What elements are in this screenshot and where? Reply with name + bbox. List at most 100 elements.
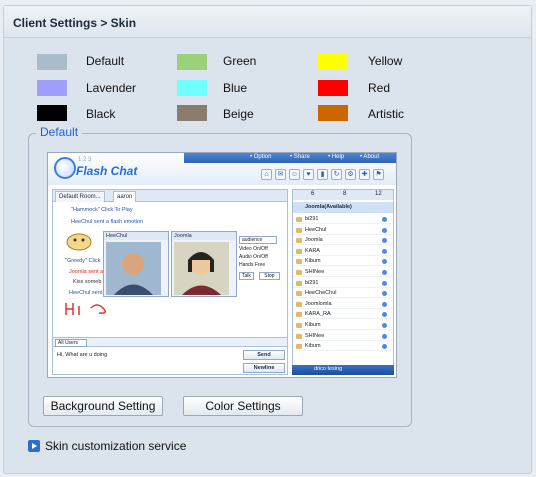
swatch-label-blue[interactable]: Blue: [223, 81, 247, 95]
swatch-blue[interactable]: [177, 80, 207, 96]
swatch-artistic[interactable]: [318, 105, 348, 121]
user-avatar-icon: [296, 333, 302, 339]
preview-user-row: bi291: [293, 279, 393, 288]
user-avatar-icon: [296, 227, 302, 233]
preview-tab-room: Default Room...: [55, 191, 105, 202]
preview-chat-line: HeeChul sent a: [69, 290, 107, 296]
preview-user-tab: 8: [343, 191, 347, 197]
preview-bottombar: drico tesing: [292, 365, 394, 375]
preview-user-name: HeeChul: [305, 226, 327, 233]
skin-customization-label[interactable]: Skin customization service: [45, 439, 186, 453]
preview-user-name: Kibum: [305, 258, 321, 265]
background-setting-button[interactable]: Background Setting: [43, 396, 163, 416]
preview-user-list: 6 8 12 Joomla(Available) bi291 HeeChul Joo…: [292, 189, 394, 375]
preview-option: Video On/Off: [239, 246, 268, 252]
preview-user-name: Kibum: [305, 322, 321, 328]
preview-user-name: bi291: [305, 279, 319, 286]
preview-chat-line: HeeChul sent a flash emotion: [71, 219, 144, 225]
swatch-lavender[interactable]: [37, 80, 67, 96]
user-avatar-icon: [296, 248, 302, 254]
preview-user-select: All Users: [55, 339, 88, 347]
swatch-label-default[interactable]: Default: [86, 54, 124, 68]
user-avatar-icon: [296, 301, 302, 307]
preview-user-row: bi291: [293, 215, 393, 224]
preview-tool-icon: ♥: [303, 169, 314, 180]
swatch-yellow[interactable]: [318, 54, 348, 70]
user-status-icon: [382, 301, 387, 307]
header-bar: Client Settings > Skin: [4, 6, 531, 38]
swatch-label-red[interactable]: Red: [368, 81, 390, 95]
preview-option: Stop: [259, 272, 280, 280]
preview-tool-icon: ⚙: [345, 169, 356, 180]
user-status-icon: [382, 312, 387, 318]
preview-emoticon-icon: [66, 233, 92, 251]
preview-topbar: • Option • Share • Help • About 1 2 3 Fl…: [48, 153, 396, 185]
user-status-icon: [382, 248, 387, 254]
user-avatar-icon: [296, 291, 302, 297]
preview-user-row: Kibum: [293, 342, 393, 352]
preview-user-name: bi291: [305, 216, 319, 222]
user-avatar-icon: [296, 280, 302, 286]
swatch-label-green[interactable]: Green: [223, 54, 256, 68]
preview-user-row: HeeCheChul: [293, 289, 393, 299]
preview-menu-help: • Help: [328, 154, 345, 160]
preview-user-tab: 6: [311, 191, 315, 197]
swatch-label-yellow[interactable]: Yellow: [368, 54, 402, 68]
preview-logo-text: Flash Chat: [76, 164, 138, 178]
preview-tab-aaron: aaron: [113, 191, 137, 202]
swatch-black[interactable]: [37, 105, 67, 121]
preview-user-name: HeeCheChul: [305, 290, 337, 297]
preview-cam-heechul: HeeChul: [103, 231, 169, 297]
user-status-icon: [382, 259, 387, 265]
preview-chat-line: Joomla sent a: [69, 269, 104, 275]
preview-user-name: SHINee: [305, 269, 325, 275]
preview-user-row: Kibum: [293, 321, 393, 330]
preview-option: Hands Free: [239, 262, 266, 268]
preview-user-name: KARA: [305, 247, 320, 254]
preview-user-name: Joomla: [305, 237, 323, 244]
preview-user-name: Joomlomla: [305, 300, 332, 307]
swatch-red[interactable]: [318, 80, 348, 96]
preview-tool-icon: ▮: [317, 169, 328, 180]
preview-user-name: SHINee: [305, 332, 325, 339]
swatch-label-artistic[interactable]: Artistic: [368, 107, 404, 121]
preview-cam-joomla: Joomla: [171, 231, 237, 297]
preview-option: Audio On/Off: [239, 254, 268, 260]
user-status-icon: [382, 333, 387, 339]
user-status-icon: [382, 270, 387, 275]
user-avatar-icon: [296, 238, 302, 244]
swatch-beige[interactable]: [177, 105, 207, 121]
preview-menu-about: • About: [360, 154, 380, 160]
preview-hi-sticker: [65, 303, 106, 315]
preview-cam-title: Joomla: [172, 232, 236, 240]
preview-chat-line: Kiss someb: [73, 279, 102, 285]
user-status-icon: [382, 291, 387, 297]
swatch-label-lavender[interactable]: Lavender: [86, 81, 136, 95]
preview-user-row: KARA_RA: [293, 310, 393, 320]
preview-chat-line: "Hammock" Click To Play: [71, 207, 133, 213]
preview-user-tab: 12: [375, 191, 382, 197]
preview-user-row: Joomla: [293, 236, 393, 246]
preview-user-row: Kibum: [293, 257, 393, 267]
flash-chat-logo-icon: [54, 157, 76, 179]
swatch-label-beige[interactable]: Beige: [223, 107, 254, 121]
swatch-label-black[interactable]: Black: [86, 107, 115, 121]
color-settings-button[interactable]: Color Settings: [183, 396, 303, 416]
preview-option: Talk: [239, 272, 254, 280]
play-icon[interactable]: [28, 440, 40, 452]
swatch-green[interactable]: [177, 54, 207, 70]
user-status-icon: [382, 238, 387, 244]
preview-tool-icon: ⚑: [373, 169, 384, 180]
preview-menubar: • Option • Share • Help • About: [184, 153, 396, 163]
preview-user-name: Kibum: [305, 343, 321, 350]
user-avatar-icon: [296, 270, 302, 275]
preview-user-row: SHINee: [293, 268, 393, 277]
swatch-default[interactable]: [37, 54, 67, 70]
user-status-icon: [382, 344, 387, 350]
preview-cam-image: [174, 242, 229, 295]
preview-tool-icon: ✉: [275, 169, 286, 180]
preview-user-row: Joomlomla: [293, 300, 393, 309]
user-avatar-icon: [296, 344, 302, 350]
user-status-icon: [382, 217, 387, 222]
user-status-icon: [382, 323, 387, 328]
